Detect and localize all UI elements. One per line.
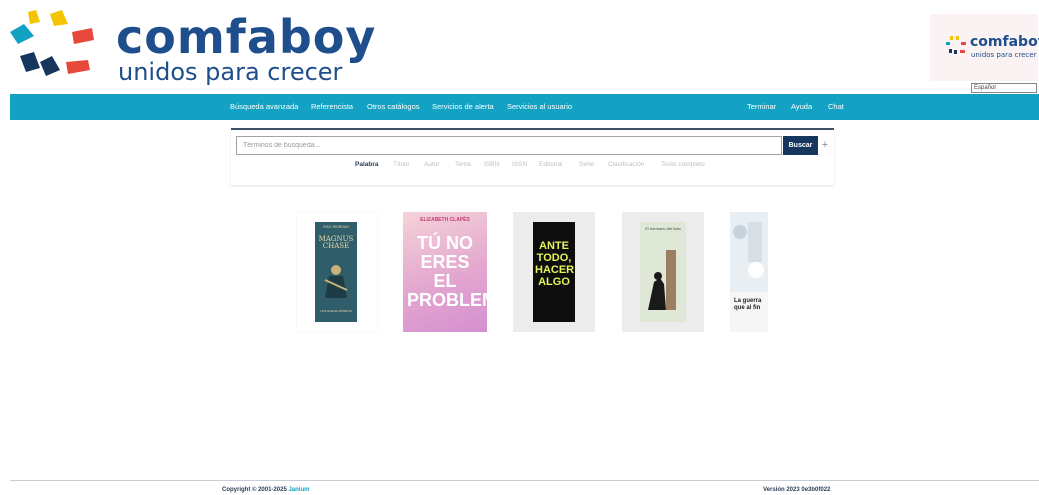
book-subtitle: LOS NUEVE MUNDOS (320, 309, 352, 313)
logo-tagline: unidos para crecer (118, 58, 343, 86)
field-issn[interactable]: ISSN (512, 161, 527, 168)
book-card[interactable]: ANTE TODO, HACER ALGO (513, 212, 595, 332)
main-navbar: Búsqueda avanzada Referencista Otros cat… (10, 94, 1039, 120)
book-title: ANTE TODO, HACER ALGO (535, 240, 575, 289)
cover-illustration-icon (730, 212, 768, 292)
logo-mark-small-icon (946, 36, 966, 54)
comfaboy-logo[interactable]: comfaboy unidos para crecer (10, 10, 400, 88)
copyright-text: Copyright © 2001-2025 (222, 487, 287, 493)
field-clasificacion[interactable]: Clasificación (608, 161, 645, 168)
cover-figure-icon (324, 265, 348, 298)
language-select[interactable]: Español (971, 83, 1037, 93)
nav-otros-catalogos[interactable]: Otros catálogos (367, 94, 420, 120)
nav-busqueda-avanzada[interactable]: Búsqueda avanzada (230, 94, 298, 120)
book-cover: El hermano del lobo (640, 222, 686, 322)
field-isbn[interactable]: ISBN (484, 161, 499, 168)
logo-mark-icon (10, 10, 94, 76)
partner-logo: comfaboy unidos para crecer (930, 14, 1039, 81)
book-card[interactable]: El hermano del lobo (622, 212, 704, 332)
page: comfaboy unidos para crecer comfaboy uni… (0, 0, 1039, 495)
janium-link[interactable]: Janium (288, 487, 309, 493)
field-palabra[interactable]: Palabra (355, 161, 379, 168)
plus-icon[interactable]: + (820, 138, 830, 152)
book-card[interactable]: La guerra que al fin (730, 212, 768, 332)
field-texto-completo[interactable]: Texto completo (661, 161, 705, 168)
book-author: ELIZABETH CLAPÉS (420, 217, 470, 223)
nav-terminar[interactable]: Terminar (747, 94, 776, 120)
search-input[interactable] (236, 136, 782, 155)
cover-wolf-icon (648, 250, 676, 310)
field-editorial[interactable]: Editorial (539, 161, 562, 168)
field-autor[interactable]: Autor (424, 161, 440, 168)
field-tema[interactable]: Tema (455, 161, 471, 168)
search-panel: Buscar + Palabra Título Autor Tema ISBN … (231, 128, 834, 185)
book-title: El hermano del lobo (645, 226, 681, 231)
partner-logo-tagline: unidos para crecer (971, 51, 1037, 59)
partner-logo-wordmark: comfaboy (970, 34, 1039, 50)
book-cover: ANTE TODO, HACER ALGO (533, 222, 575, 322)
footer-copyright: Copyright © 2001-2025 Janium (222, 487, 309, 493)
book-card[interactable]: ELIZABETH CLAPÉS TÚ NO ERES EL PROBLEMA (403, 212, 510, 332)
book-title: TÚ NO ERES EL PROBLEMA (407, 233, 510, 310)
footer-divider (10, 480, 1039, 481)
book-author: RICK RIORDAN (323, 225, 349, 229)
search-button[interactable]: Buscar (783, 136, 818, 155)
nav-chat[interactable]: Chat (828, 94, 844, 120)
nav-referencista[interactable]: Referencista (311, 94, 353, 120)
nav-ayuda[interactable]: Ayuda (791, 94, 812, 120)
footer-version: Versión 2023 0e3b0f022 (763, 487, 831, 493)
book-title: La guerra que al fin (734, 298, 762, 311)
nav-servicios-usuario[interactable]: Servicios al usuario (507, 94, 572, 120)
field-titulo[interactable]: Título (393, 161, 409, 168)
book-card[interactable]: RICK RIORDAN MAGNUS CHASE LOS NUEVE MUND… (297, 212, 377, 332)
book-title: MAGNUS CHASE (318, 235, 354, 250)
logo-wordmark: comfaboy (116, 10, 377, 64)
book-cover: RICK RIORDAN MAGNUS CHASE LOS NUEVE MUND… (315, 222, 357, 322)
field-serie[interactable]: Serie (579, 161, 594, 168)
nav-servicios-alerta[interactable]: Servicios de alerta (432, 94, 494, 120)
